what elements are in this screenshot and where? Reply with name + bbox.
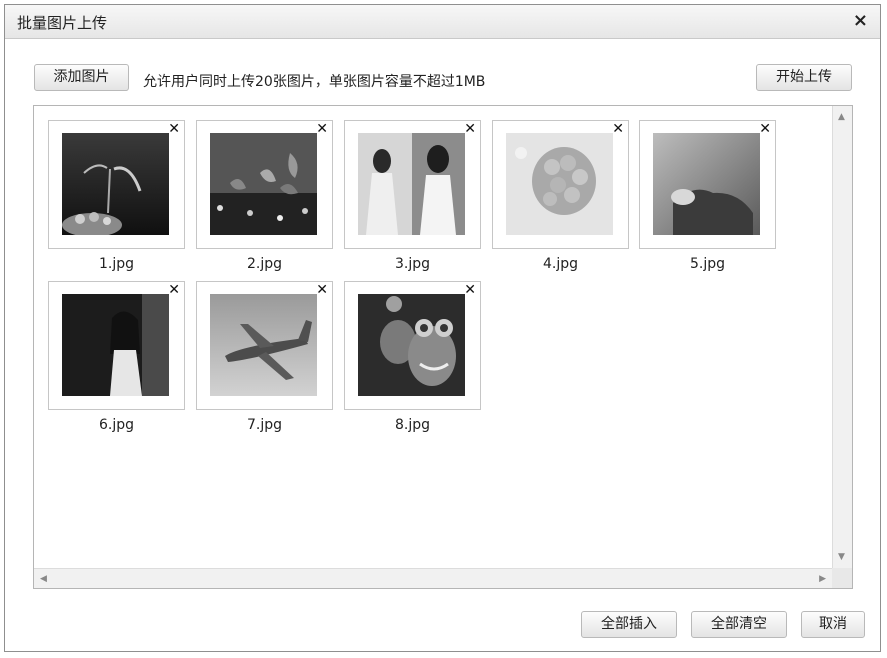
image-list-panel: ✕ 1.jpg ✕ 2.jpg ✕ 3.jpg ✕ 4.jpg ✕ 5.jpg … — [33, 105, 853, 589]
image-thumb-6[interactable]: ✕ — [48, 281, 185, 410]
image-filename: 1.jpg — [98, 256, 135, 272]
image-thumb-4[interactable]: ✕ — [492, 120, 629, 249]
dialog-title: 批量图片上传 — [17, 14, 108, 32]
image-filename: 8.jpg — [394, 417, 431, 433]
delete-image-icon[interactable]: ✕ — [759, 121, 771, 137]
delete-image-icon[interactable]: ✕ — [612, 121, 624, 137]
image-thumb-5[interactable]: ✕ — [639, 120, 776, 249]
add-images-button[interactable]: 添加图片 — [34, 64, 129, 91]
image-thumb-1[interactable]: ✕ — [48, 120, 185, 249]
thumbnail-image — [62, 294, 169, 396]
image-thumb-7[interactable]: ✕ — [196, 281, 333, 410]
upload-hint: 允许用户同时上传20张图片，单张图片容量不超过1MB — [143, 74, 486, 90]
title-bar: 批量图片上传 × — [5, 5, 880, 39]
scroll-right-icon[interactable]: ▶ — [819, 574, 826, 584]
delete-image-icon[interactable]: ✕ — [464, 121, 476, 137]
scrollbar-corner — [832, 568, 852, 588]
thumbnail-image — [358, 294, 465, 396]
horizontal-scrollbar[interactable]: ◀ ▶ — [34, 568, 832, 588]
scroll-left-icon[interactable]: ◀ — [40, 574, 47, 584]
image-filename: 2.jpg — [246, 256, 283, 272]
delete-image-icon[interactable]: ✕ — [168, 282, 180, 298]
cancel-button[interactable]: 取消 — [801, 611, 865, 638]
image-filename: 6.jpg — [98, 417, 135, 433]
delete-image-icon[interactable]: ✕ — [316, 121, 328, 137]
image-filename: 7.jpg — [246, 417, 283, 433]
insert-all-button[interactable]: 全部插入 — [581, 611, 677, 638]
delete-image-icon[interactable]: ✕ — [316, 282, 328, 298]
image-filename: 3.jpg — [394, 256, 431, 272]
thumbnail-image — [358, 133, 465, 235]
image-filename: 4.jpg — [542, 256, 579, 272]
scroll-down-icon[interactable]: ▼ — [838, 552, 845, 562]
delete-image-icon[interactable]: ✕ — [464, 282, 476, 298]
image-thumb-2[interactable]: ✕ — [196, 120, 333, 249]
thumbnail-image — [506, 133, 613, 235]
upload-dialog: 批量图片上传 × 添加图片 允许用户同时上传20张图片，单张图片容量不超过1MB… — [4, 4, 881, 652]
clear-all-button[interactable]: 全部清空 — [691, 611, 787, 638]
image-thumb-3[interactable]: ✕ — [344, 120, 481, 249]
thumbnail-image — [210, 133, 317, 235]
start-upload-button[interactable]: 开始上传 — [756, 64, 852, 91]
scroll-up-icon[interactable]: ▲ — [838, 112, 845, 122]
image-thumb-8[interactable]: ✕ — [344, 281, 481, 410]
delete-image-icon[interactable]: ✕ — [168, 121, 180, 137]
thumbnail-image — [210, 294, 317, 396]
close-icon[interactable]: × — [853, 11, 868, 31]
image-filename: 5.jpg — [689, 256, 726, 272]
thumbnail-image — [653, 133, 760, 235]
thumbnail-image — [62, 133, 169, 235]
vertical-scrollbar[interactable]: ▲ ▼ — [832, 106, 852, 568]
